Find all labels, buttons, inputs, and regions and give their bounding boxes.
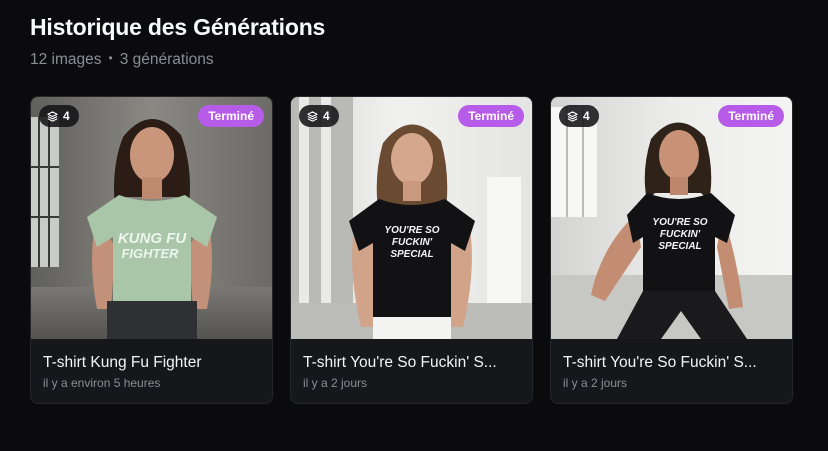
layers-icon [567,110,578,122]
layers-icon [47,110,58,122]
image-count-value: 4 [323,109,330,123]
card-timestamp: il y a 2 jours [303,376,368,390]
generation-thumbnail[interactable]: YOU'RE SO FUCKIN' SPECIAL 4 Terminé [551,97,792,339]
generation-card[interactable]: YOU'RE SO FUCKIN' SPECIAL 4 Terminé T-sh… [550,96,793,404]
generation-thumbnail[interactable]: YOU'RE SO FUCKIN' SPECIAL 4 Terminé [291,97,532,339]
thumbnail-photo-special-seated: YOU'RE SO FUCKIN' SPECIAL [551,97,792,339]
layers-icon [307,110,318,122]
svg-text:SPECIAL: SPECIAL [390,249,433,260]
svg-text:FUCKIN': FUCKIN' [660,229,701,240]
thumbnail-photo-kung-fu: KUNG FU FIGHTER [31,97,272,339]
svg-text:KUNG FU: KUNG FU [118,230,187,247]
status-badge: Terminé [718,105,784,127]
image-count-badge: 4 [559,105,599,127]
status-badge: Terminé [458,105,524,127]
generation-count: 3 générations [119,51,214,68]
card-title: T-shirt Kung Fu Fighter [43,354,202,371]
svg-text:YOU'RE SO: YOU'RE SO [652,217,707,228]
status-badge: Terminé [198,105,264,127]
image-count-badge: 4 [39,105,79,127]
svg-text:FUCKIN': FUCKIN' [392,237,433,248]
image-count-badge: 4 [299,105,339,127]
svg-text:YOU'RE SO: YOU'RE SO [384,225,439,236]
summary-separator: • [108,51,113,65]
card-title: T-shirt You're So Fuckin' S... [303,354,497,371]
generation-thumbnail[interactable]: KUNG FU FIGHTER 4 Terminé [31,97,272,339]
card-title: T-shirt You're So Fuckin' S... [563,354,757,371]
image-count-value: 4 [583,109,590,123]
generation-card[interactable]: KUNG FU FIGHTER 4 Terminé T-shirt Kung F… [30,96,273,404]
card-timestamp: il y a 2 jours [563,376,628,390]
generation-summary: 12 images • 3 générations [30,51,214,69]
image-count: 12 images [30,51,102,68]
generation-card[interactable]: YOU'RE SO FUCKIN' SPECIAL 4 Terminé T-sh… [290,96,533,404]
card-timestamp: il y a environ 5 heures [43,376,161,390]
image-count-value: 4 [63,109,70,123]
thumbnail-photo-special: YOU'RE SO FUCKIN' SPECIAL [291,97,532,339]
svg-text:FIGHTER: FIGHTER [121,246,179,261]
page-title: Historique des Générations [30,14,326,40]
generation-grid: KUNG FU FIGHTER 4 Terminé T-shirt Kung F… [30,96,794,404]
svg-text:SPECIAL: SPECIAL [658,241,701,252]
